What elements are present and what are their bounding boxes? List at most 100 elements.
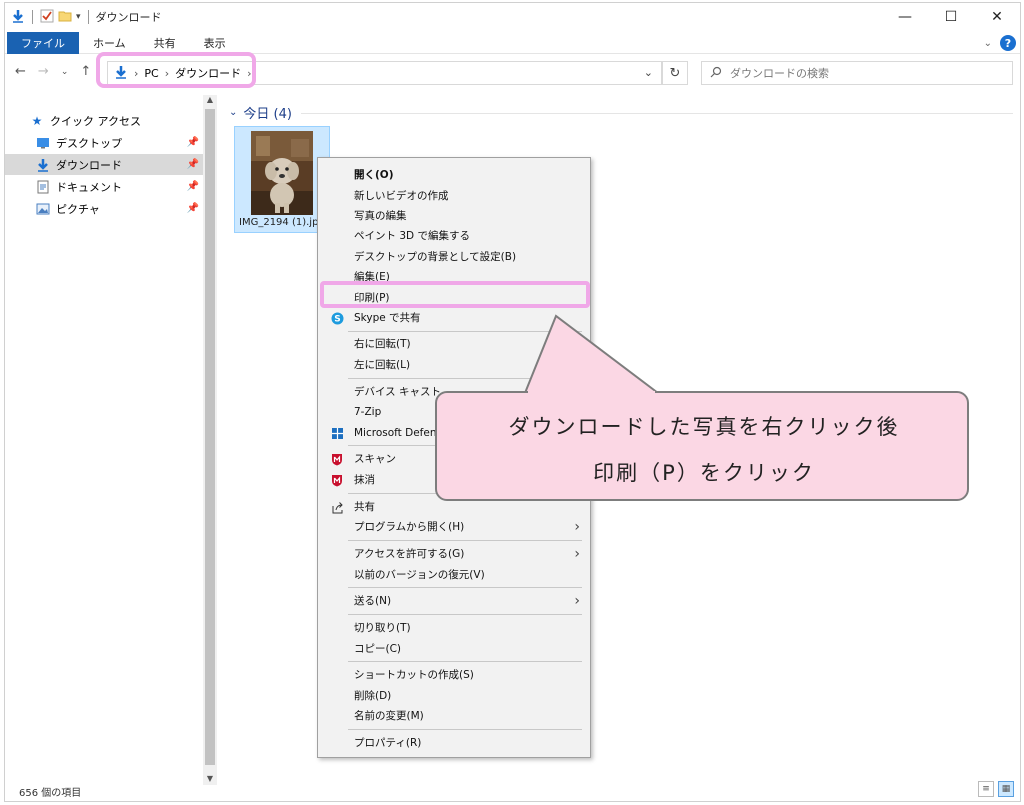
search-placeholder: ダウンロードの検索	[730, 67, 829, 80]
mcafee-shield-icon	[330, 473, 344, 487]
nav-scrollbar[interactable]: ▲ ▼	[203, 95, 217, 785]
refresh-button[interactable]: ↻	[662, 61, 688, 85]
tab-share[interactable]: 共有	[140, 32, 190, 54]
nav-quick-access[interactable]: ★ クイック アクセス	[5, 110, 203, 131]
menu-separator	[348, 540, 582, 541]
window-title: ダウンロード	[95, 11, 162, 24]
item-count: 656 個の項目	[19, 787, 82, 799]
file-item[interactable]: IMG_2194 (1).jpg	[234, 126, 330, 233]
star-icon: ★	[31, 113, 43, 128]
pin-icon[interactable]: 📌	[187, 137, 199, 148]
menu-separator	[348, 614, 582, 615]
menu-item-rotate-left[interactable]: 左に回転(L)	[318, 354, 590, 375]
status-bar: 656 個の項目	[5, 781, 1020, 801]
download-arrow-icon	[35, 158, 51, 172]
up-arrow-icon[interactable]: ↑	[80, 64, 91, 79]
menu-item-label: スキャン	[354, 453, 396, 465]
svg-text:S: S	[334, 314, 340, 324]
menu-item-rename[interactable]: 名前の変更(M)	[318, 705, 590, 726]
nav-item-downloads[interactable]: ダウンロード 📌	[5, 154, 203, 175]
menu-item-rotate-right[interactable]: 右に回転(T)	[318, 333, 590, 354]
menu-separator	[348, 378, 582, 379]
menu-item-label: アクセスを許可する(G)	[354, 548, 465, 560]
properties-check-icon[interactable]	[40, 9, 54, 26]
menu-item-restore-versions[interactable]: 以前のバージョンの復元(V)	[318, 564, 590, 585]
tab-view[interactable]: 表示	[190, 32, 240, 54]
menu-item-label: 抹消	[354, 474, 375, 486]
view-toggle: ≡ ▦	[978, 781, 1014, 797]
maximize-button[interactable]: ☐	[928, 3, 974, 31]
toolbar-separator	[32, 10, 33, 24]
address-dropdown-icon[interactable]: ⌄	[644, 66, 653, 79]
menu-separator	[348, 661, 582, 662]
menu-separator	[348, 729, 582, 730]
file-name: IMG_2194 (1).jpg	[239, 217, 325, 228]
menu-item-label: プログラムから開く(H)	[354, 521, 465, 533]
skype-icon: S	[330, 311, 344, 325]
nav-item-pictures[interactable]: ピクチャ 📌	[5, 198, 203, 219]
quick-access-toolbar: ▾	[5, 9, 92, 26]
menu-item-cut[interactable]: 切り取り(T)	[318, 617, 590, 638]
desktop-icon	[35, 137, 51, 149]
ribbon-right: ⌄ ?	[984, 35, 1016, 51]
new-folder-icon[interactable]	[58, 9, 72, 26]
address-highlight	[96, 52, 256, 88]
nav-item-label: ピクチャ	[56, 202, 100, 216]
tab-file[interactable]: ファイル	[7, 31, 79, 54]
recent-dropdown-icon[interactable]: ⌄	[61, 67, 69, 77]
back-arrow-icon[interactable]: ←	[15, 64, 26, 79]
close-button[interactable]: ✕	[974, 3, 1020, 31]
minimize-button[interactable]: —	[882, 3, 928, 31]
chevron-down-icon: ⌄	[229, 107, 238, 118]
callout-line-2: 印刷（P）をクリック	[593, 461, 815, 485]
menu-item-open[interactable]: 開く(O)	[318, 164, 590, 185]
photo-thumbnail	[251, 131, 313, 215]
tab-home[interactable]: ホーム	[79, 32, 140, 54]
nav-item-documents[interactable]: ドキュメント 📌	[5, 176, 203, 197]
menu-item-copy[interactable]: コピー(C)	[318, 638, 590, 659]
group-divider	[301, 113, 1013, 114]
nav-item-label: デスクトップ	[56, 136, 122, 150]
menu-item-give-access[interactable]: アクセスを許可する(G) ›	[318, 543, 590, 564]
menu-item-open-with[interactable]: プログラムから開く(H) ›	[318, 516, 590, 537]
search-box[interactable]: ダウンロードの検索	[701, 61, 1013, 85]
submenu-arrow-icon: ›	[574, 545, 580, 562]
expand-ribbon-icon[interactable]: ⌄	[984, 38, 992, 49]
menu-item-label: Skype で共有	[354, 312, 421, 324]
menu-item-delete[interactable]: 削除(D)	[318, 685, 590, 706]
help-icon[interactable]: ?	[1000, 35, 1016, 51]
group-header-today[interactable]: ⌄ 今日 (4)	[229, 103, 292, 122]
customize-dropdown-icon[interactable]: ▾	[76, 12, 81, 22]
menu-item-properties[interactable]: プロパティ(R)	[318, 732, 590, 753]
instruction-callout: ダウンロードした写真を右クリック後 印刷（P）をクリック	[435, 391, 969, 501]
mcafee-shield-icon	[330, 452, 344, 466]
menu-separator	[348, 587, 582, 588]
details-view-icon[interactable]: ≡	[978, 781, 994, 797]
nav-item-label: ドキュメント	[56, 180, 122, 194]
pin-icon[interactable]: 📌	[187, 159, 199, 170]
menu-item-skype-share[interactable]: S Skype で共有	[318, 307, 590, 328]
scroll-up-icon[interactable]: ▲	[203, 95, 217, 104]
pictures-icon	[35, 203, 51, 215]
menu-item-new-video[interactable]: 新しいビデオの作成	[318, 185, 590, 206]
menu-item-paint3d[interactable]: ペイント 3D で編集する	[318, 225, 590, 246]
pin-icon[interactable]: 📌	[187, 203, 199, 214]
large-icons-view-icon[interactable]: ▦	[998, 781, 1014, 797]
menu-item-edit-photo[interactable]: 写真の編集	[318, 205, 590, 226]
group-label: 今日 (4)	[243, 107, 292, 122]
menu-item-create-shortcut[interactable]: ショートカットの作成(S)	[318, 664, 590, 685]
callout-line-1: ダウンロードした写真を右クリック後	[508, 415, 900, 439]
window-controls: — ☐ ✕	[882, 3, 1020, 31]
forward-arrow-icon[interactable]: →	[38, 64, 49, 79]
download-arrow-icon[interactable]	[11, 9, 25, 26]
share-icon	[330, 500, 344, 514]
pin-icon[interactable]: 📌	[187, 181, 199, 192]
nav-quick-access-label: クイック アクセス	[50, 114, 141, 128]
menu-item-set-background[interactable]: デスクトップの背景として設定(B)	[318, 246, 590, 267]
toolbar-separator	[87, 10, 89, 24]
scrollbar-thumb[interactable]	[205, 109, 215, 765]
submenu-arrow-icon: ›	[574, 518, 580, 535]
menu-item-send-to[interactable]: 送る(N) ›	[318, 590, 590, 611]
nav-item-desktop[interactable]: デスクトップ 📌	[5, 132, 203, 153]
document-icon	[35, 180, 51, 194]
